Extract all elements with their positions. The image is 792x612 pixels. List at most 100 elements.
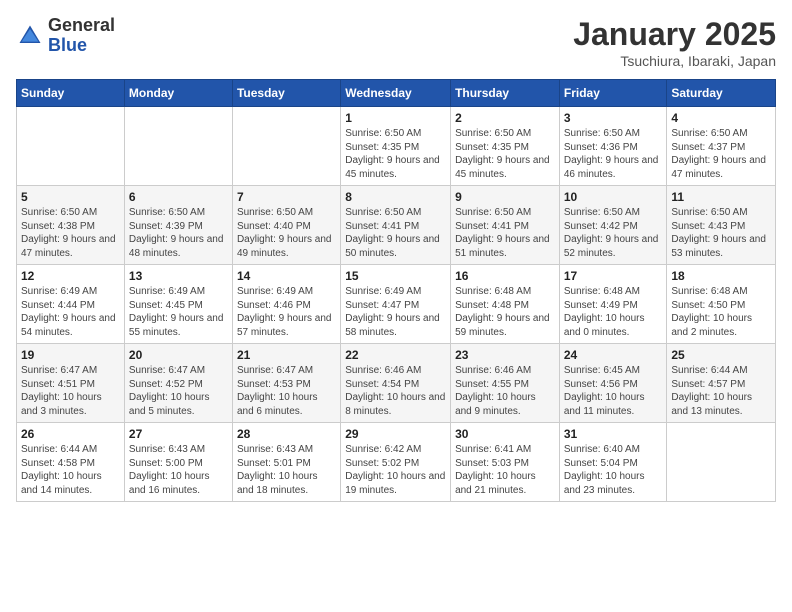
calendar-cell: 12Sunrise: 6:49 AM Sunset: 4:44 PM Dayli… xyxy=(17,265,125,344)
day-number: 15 xyxy=(345,269,446,283)
logo: General Blue xyxy=(16,16,115,56)
calendar-cell: 5 Sunrise: 6:50 AM Sunset: 4:38 PM Daylig… xyxy=(17,186,125,265)
calendar-cell: 25Sunrise: 6:44 AM Sunset: 4:57 PM Dayli… xyxy=(667,344,776,423)
day-info: Sunrise: 6:50 AM Sunset: 4:38 PM Dayligh… xyxy=(21,206,120,260)
day-number: 18 xyxy=(671,269,771,283)
calendar-cell: 10Sunrise: 6:50 AM Sunset: 4:42 PM Dayli… xyxy=(559,186,667,265)
calendar-cell: 31Sunrise: 6:40 AM Sunset: 5:04 PM Dayli… xyxy=(559,423,667,502)
calendar-cell: 16Sunrise: 6:48 AM Sunset: 4:48 PM Dayli… xyxy=(451,265,560,344)
weekday-header: Sunday xyxy=(17,80,125,107)
day-number: 24 xyxy=(564,348,663,362)
calendar-cell: 26 Sunrise: 6:44 AM Sunset: 4:58 PM Dayli… xyxy=(17,423,125,502)
day-number: 6 xyxy=(129,190,228,204)
day-info: Sunrise: 6:49 AM Sunset: 4:47 PM Dayligh… xyxy=(345,285,446,339)
day-number: 26 xyxy=(21,427,120,441)
calendar-cell: 1Sunrise: 6:50 AM Sunset: 4:35 PM Daylig… xyxy=(341,107,451,186)
day-number: 17 xyxy=(564,269,663,283)
day-number: 14 xyxy=(237,269,336,283)
day-number: 29 xyxy=(345,427,446,441)
calendar-cell: 6 Sunrise: 6:50 AM Sunset: 4:39 PM Daylig… xyxy=(124,186,232,265)
calendar-week-row: 1 Sunrise: 6:50 AM Sunset: 4:35 PM Daylig… xyxy=(17,107,776,186)
day-info: Sunrise: 6:50 AM Sunset: 4:41 PM Dayligh… xyxy=(345,206,446,260)
day-info: Sunrise: 6:48 AM Sunset: 4:48 PM Dayligh… xyxy=(455,285,555,339)
calendar-week-row: 26 Sunrise: 6:44 AM Sunset: 4:58 PM Dayli… xyxy=(17,423,776,502)
weekday-header: Friday xyxy=(559,80,667,107)
calendar-cell: 11 Sunrise: 6:50 AM Sunset: 4:43 PM Dayli… xyxy=(667,186,776,265)
day-number: 11 xyxy=(671,190,771,204)
day-info: Sunrise: 6:46 AM Sunset: 4:55 PM Dayligh… xyxy=(455,364,555,418)
day-number: 23 xyxy=(455,348,555,362)
calendar-cell: 20Sunrise: 6:47 AM Sunset: 4:52 PM Dayli… xyxy=(124,344,232,423)
day-info: Sunrise: 6:50 AM Sunset: 4:40 PM Dayligh… xyxy=(237,206,336,260)
day-number: 7 xyxy=(237,190,336,204)
day-info: Sunrise: 6:44 AM Sunset: 4:58 PM Dayligh… xyxy=(21,443,120,497)
day-number: 13 xyxy=(129,269,228,283)
calendar-cell xyxy=(667,423,776,502)
calendar-cell: 14 Sunrise: 6:49 AM Sunset: 4:46 PM Dayli… xyxy=(232,265,340,344)
calendar-week-row: 12Sunrise: 6:49 AM Sunset: 4:44 PM Dayli… xyxy=(17,265,776,344)
day-number: 1 xyxy=(345,111,446,125)
calendar-cell: 9 Sunrise: 6:50 AM Sunset: 4:41 PM Daylig… xyxy=(451,186,560,265)
day-info: Sunrise: 6:43 AM Sunset: 5:01 PM Dayligh… xyxy=(237,443,336,497)
logo-text: General Blue xyxy=(48,16,115,56)
title-block: January 2025 Tsuchiura, Ibaraki, Japan xyxy=(573,16,776,69)
logo-general: General xyxy=(48,16,115,36)
calendar-cell: 18 Sunrise: 6:48 AM Sunset: 4:50 PM Dayli… xyxy=(667,265,776,344)
day-info: Sunrise: 6:40 AM Sunset: 5:04 PM Dayligh… xyxy=(564,443,663,497)
calendar-cell: 8 Sunrise: 6:50 AM Sunset: 4:41 PM Daylig… xyxy=(341,186,451,265)
day-number: 21 xyxy=(237,348,336,362)
page-title: January 2025 xyxy=(573,16,776,53)
weekday-header: Thursday xyxy=(451,80,560,107)
calendar-week-row: 5 Sunrise: 6:50 AM Sunset: 4:38 PM Daylig… xyxy=(17,186,776,265)
day-info: Sunrise: 6:47 AM Sunset: 4:53 PM Dayligh… xyxy=(237,364,336,418)
day-info: Sunrise: 6:50 AM Sunset: 4:35 PM Dayligh… xyxy=(455,127,555,181)
calendar-week-row: 19 Sunrise: 6:47 AM Sunset: 4:51 PM Dayli… xyxy=(17,344,776,423)
calendar-cell xyxy=(232,107,340,186)
day-number: 2 xyxy=(455,111,555,125)
calendar-cell xyxy=(17,107,125,186)
weekday-row: SundayMondayTuesdayWednesdayThursdayFrid… xyxy=(17,80,776,107)
calendar-cell: 2 Sunrise: 6:50 AM Sunset: 4:35 PM Daylig… xyxy=(451,107,560,186)
calendar-header: SundayMondayTuesdayWednesdayThursdayFrid… xyxy=(17,80,776,107)
day-info: Sunrise: 6:50 AM Sunset: 4:41 PM Dayligh… xyxy=(455,206,555,260)
calendar-cell: 19 Sunrise: 6:47 AM Sunset: 4:51 PM Dayli… xyxy=(17,344,125,423)
weekday-header: Monday xyxy=(124,80,232,107)
calendar-table: SundayMondayTuesdayWednesdayThursdayFrid… xyxy=(16,79,776,502)
calendar-cell: 4 Sunrise: 6:50 AM Sunset: 4:37 PM Daylig… xyxy=(667,107,776,186)
calendar-cell: 23 Sunrise: 6:46 AM Sunset: 4:55 PM Dayli… xyxy=(451,344,560,423)
day-number: 3 xyxy=(564,111,663,125)
day-info: Sunrise: 6:42 AM Sunset: 5:02 PM Dayligh… xyxy=(345,443,446,497)
day-info: Sunrise: 6:49 AM Sunset: 4:46 PM Dayligh… xyxy=(237,285,336,339)
day-info: Sunrise: 6:47 AM Sunset: 4:52 PM Dayligh… xyxy=(129,364,228,418)
calendar-cell: 17Sunrise: 6:48 AM Sunset: 4:49 PM Dayli… xyxy=(559,265,667,344)
day-info: Sunrise: 6:50 AM Sunset: 4:39 PM Dayligh… xyxy=(129,206,228,260)
calendar-cell: 30 Sunrise: 6:41 AM Sunset: 5:03 PM Dayli… xyxy=(451,423,560,502)
day-number: 19 xyxy=(21,348,120,362)
day-number: 4 xyxy=(671,111,771,125)
day-info: Sunrise: 6:46 AM Sunset: 4:54 PM Dayligh… xyxy=(345,364,446,418)
day-info: Sunrise: 6:50 AM Sunset: 4:37 PM Dayligh… xyxy=(671,127,771,181)
day-info: Sunrise: 6:50 AM Sunset: 4:43 PM Dayligh… xyxy=(671,206,771,260)
day-number: 5 xyxy=(21,190,120,204)
day-number: 30 xyxy=(455,427,555,441)
day-number: 27 xyxy=(129,427,228,441)
day-info: Sunrise: 6:49 AM Sunset: 4:44 PM Dayligh… xyxy=(21,285,120,339)
day-number: 28 xyxy=(237,427,336,441)
day-number: 8 xyxy=(345,190,446,204)
calendar-body: 1 Sunrise: 6:50 AM Sunset: 4:35 PM Daylig… xyxy=(17,107,776,502)
weekday-header: Saturday xyxy=(667,80,776,107)
calendar-cell: 7 Sunrise: 6:50 AM Sunset: 4:40 PM Daylig… xyxy=(232,186,340,265)
calendar-cell: 22Sunrise: 6:46 AM Sunset: 4:54 PM Dayli… xyxy=(341,344,451,423)
day-info: Sunrise: 6:50 AM Sunset: 4:36 PM Dayligh… xyxy=(564,127,663,181)
logo-blue: Blue xyxy=(48,36,115,56)
day-number: 9 xyxy=(455,190,555,204)
day-info: Sunrise: 6:47 AM Sunset: 4:51 PM Dayligh… xyxy=(21,364,120,418)
calendar-cell: 28 Sunrise: 6:43 AM Sunset: 5:01 PM Dayli… xyxy=(232,423,340,502)
calendar-cell: 29 Sunrise: 6:42 AM Sunset: 5:02 PM Dayli… xyxy=(341,423,451,502)
day-info: Sunrise: 6:49 AM Sunset: 4:45 PM Dayligh… xyxy=(129,285,228,339)
weekday-header: Wednesday xyxy=(341,80,451,107)
day-info: Sunrise: 6:48 AM Sunset: 4:50 PM Dayligh… xyxy=(671,285,771,339)
day-info: Sunrise: 6:41 AM Sunset: 5:03 PM Dayligh… xyxy=(455,443,555,497)
logo-icon xyxy=(16,22,44,50)
weekday-header: Tuesday xyxy=(232,80,340,107)
